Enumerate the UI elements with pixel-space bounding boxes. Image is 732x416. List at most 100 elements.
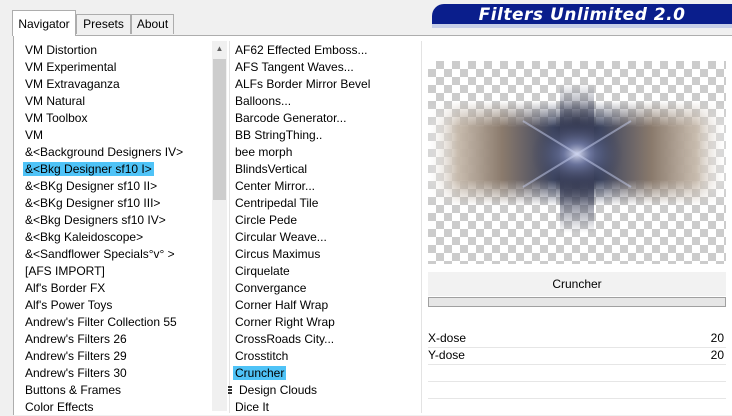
filter-item-label: BlindsVertical [235,162,308,176]
category-item-label: Andrew's Filters 29 [25,349,127,363]
filter-item[interactable]: Dice It [233,399,413,416]
category-item[interactable]: Buttons & Frames [23,382,203,399]
filter-item-label: Circular Weave... [235,230,327,244]
filter-item-label: Convergance [235,281,307,295]
filter-item-label: Corner Right Wrap [235,315,335,329]
filter-item[interactable]: Cirquelate [233,263,413,280]
param-value[interactable]: 20 [711,330,724,347]
category-item[interactable]: VM Toolbox [23,110,203,127]
filter-item-label: Center Mirror... [235,179,316,193]
category-item-label: Color Effects [25,400,94,414]
filter-item[interactable]: Centripedal Tile [233,195,413,212]
category-item[interactable]: Alf's Power Toys [23,297,203,314]
category-item[interactable]: [AFS IMPORT] [23,263,203,280]
category-item-label: [AFS IMPORT] [25,264,105,278]
filter-item-label: bee morph [235,145,293,159]
category-item-label: &<Bkg Designers sf10 IV> [25,213,166,227]
category-item-label: &<BKg Designer sf10 III> [25,196,161,210]
app-title: Filters Unlimited 2.0 [478,5,686,25]
tab-about[interactable]: About [131,14,174,34]
category-list[interactable]: VM Distortion VM Experimental VM Extravaga… [23,42,203,416]
category-item[interactable]: VM Extravaganza [23,76,203,93]
category-item-label: Andrew's Filters 26 [25,332,127,346]
filter-item-label: Design Clouds [239,383,318,397]
divider [428,398,726,399]
category-item[interactable]: &<BKg Designer sf10 II> [23,178,203,195]
filter-item-label: Barcode Generator... [235,111,347,125]
filter-item[interactable]: ALFs Border Mirror Bevel [233,76,413,93]
filter-item[interactable]: BlindsVertical [233,161,413,178]
category-item[interactable]: &<Background Designers IV> [23,144,203,161]
selected-filter-name: Cruncher [428,272,726,296]
drag-handle-icon [226,386,234,395]
param-x-dose[interactable]: X-dose 20 [428,330,726,347]
category-item-label: VM Toolbox [25,111,88,125]
category-item[interactable]: &<Bkg Designers sf10 IV> [23,212,203,229]
tab-presets[interactable]: Presets [76,14,131,34]
category-item[interactable]: &<Bkg Designer sf10 I> [23,161,203,178]
category-item[interactable]: VM Experimental [23,59,203,76]
category-item-label: VM Extravaganza [25,77,120,91]
category-item[interactable]: &<BKg Designer sf10 III> [23,195,203,212]
filter-item[interactable]: Circular Weave... [233,229,413,246]
filter-item[interactable]: BB StringThing.. [233,127,413,144]
category-item-label: VM [25,128,43,142]
app-banner: Filters Unlimited 2.0 [432,4,732,28]
filter-item[interactable]: Design Clouds [228,382,413,399]
category-item-label: Alf's Power Toys [25,298,113,312]
category-item[interactable]: VM Natural [23,93,203,110]
filter-item[interactable]: Cruncher [233,365,413,382]
category-item-label: VM Natural [25,94,86,108]
category-item[interactable]: Andrew's Filters 29 [23,348,203,365]
category-item[interactable]: VM Distortion [23,42,203,59]
filter-item-label: Cruncher [233,366,287,380]
category-scrollbar[interactable]: ▲ [212,41,227,411]
category-item[interactable]: Andrew's Filter Collection 55 [23,314,203,331]
filter-item-label: AFS Tangent Waves... [235,60,354,74]
filter-item-label: Circle Pede [235,213,298,227]
category-item[interactable]: Andrew's Filters 30 [23,365,203,382]
tab-navigator[interactable]: Navigator [12,10,76,36]
filter-item[interactable]: Balloons... [233,93,413,110]
filter-item-label: Balloons... [235,94,292,108]
filter-item[interactable]: AF62 Effected Emboss... [233,42,413,59]
scroll-thumb[interactable] [213,59,226,200]
category-item[interactable]: Andrew's Filters 26 [23,331,203,348]
category-item[interactable]: Alf's Border FX [23,280,203,297]
filter-item-label: ALFs Border Mirror Bevel [235,77,371,91]
filter-item[interactable]: Corner Half Wrap [233,297,413,314]
navigator-panel: VM Distortion VM Experimental VM Extravaga… [13,35,732,415]
filter-item-label: Dice It [235,400,270,414]
filter-item-label: Circus Maximus [235,247,321,261]
param-label: X-dose [428,331,467,345]
divider [229,41,230,413]
filter-item[interactable]: CrossRoads City... [233,331,413,348]
filter-item[interactable]: Crosstitch [233,348,413,365]
filter-item-label: CrossRoads City... [235,332,335,346]
category-item[interactable]: Color Effects [23,399,203,416]
filter-item[interactable]: Barcode Generator... [233,110,413,127]
filter-item[interactable]: Circus Maximus [233,246,413,263]
filter-item[interactable]: Circle Pede [233,212,413,229]
category-item[interactable]: &<Sandflower Specials°v° > [23,246,203,263]
category-item-label: Alf's Border FX [25,281,106,295]
filter-item[interactable]: Center Mirror... [233,178,413,195]
param-y-dose[interactable]: Y-dose 20 [428,347,726,364]
filter-item-label: AF62 Effected Emboss... [235,43,368,57]
divider [421,41,422,413]
param-value[interactable]: 20 [711,347,724,364]
category-item-label: VM Distortion [25,43,98,57]
category-item-label: &<BKg Designer sf10 II> [25,179,158,193]
filter-item[interactable]: Corner Right Wrap [233,314,413,331]
category-item[interactable]: VM [23,127,203,144]
category-item[interactable]: &<Bkg Kaleidoscope> [23,229,203,246]
divider [428,364,726,365]
category-item-label: Andrew's Filters 30 [25,366,127,380]
filter-item[interactable]: bee morph [233,144,413,161]
filter-item-label: Crosstitch [235,349,289,363]
filter-item[interactable]: Convergance [233,280,413,297]
filter-item[interactable]: AFS Tangent Waves... [233,59,413,76]
category-item-label: &<Background Designers IV> [25,145,184,159]
scroll-up-icon[interactable]: ▲ [212,41,227,57]
filter-list[interactable]: AF62 Effected Emboss... AFS Tangent Waves… [228,42,413,416]
